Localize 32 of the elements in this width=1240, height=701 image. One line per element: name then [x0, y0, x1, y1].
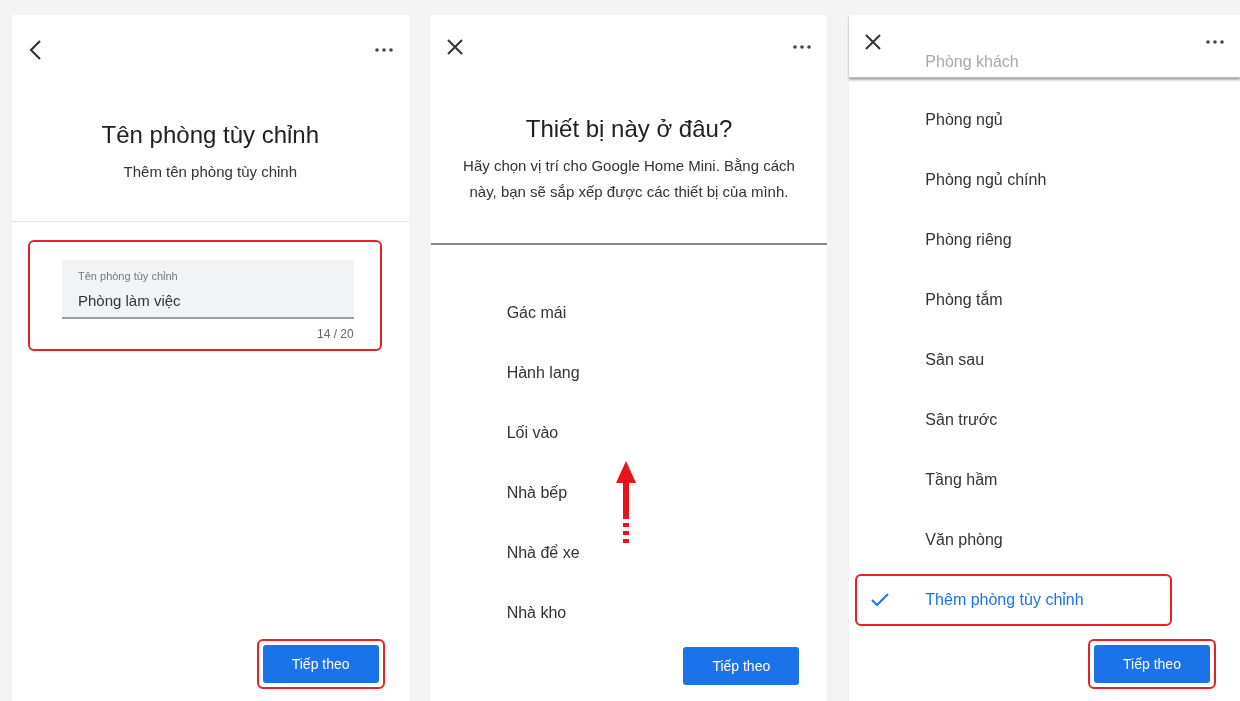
screen-title: Tên phòng tùy chỉnh	[100, 121, 321, 149]
room-option[interactable]: Phòng ngủ chính	[849, 150, 1240, 210]
room-option[interactable]: Hành lang	[430, 343, 828, 403]
screen-description: Hãy chọn vị trí cho Google Home Mini. Bằng cách này, bạn sẽ sắp xếp được các thiết bị của mình.	[462, 156, 796, 202]
more-icon[interactable]	[374, 48, 393, 52]
room-option[interactable]: Lối vào	[430, 403, 828, 463]
room-option[interactable]: Nhà kho	[430, 583, 828, 643]
next-button[interactable]: Tiếp theo	[262, 645, 379, 683]
room-option[interactable]: Sân sau	[849, 330, 1240, 390]
faded-room-option: Phòng khách	[925, 53, 1019, 71]
close-icon[interactable]	[865, 34, 882, 50]
more-icon[interactable]	[793, 45, 812, 49]
screen-title: Thiết bị này ở đâu?	[524, 115, 734, 143]
room-option[interactable]: Nhà bếp	[430, 463, 828, 523]
next-button[interactable]: Tiếp theo	[683, 647, 800, 685]
room-option[interactable]: Sân trước	[849, 390, 1240, 450]
room-option[interactable]: Gác mái	[430, 283, 828, 343]
character-counter: 14 / 20	[315, 327, 354, 341]
back-icon[interactable]	[28, 39, 42, 61]
room-option[interactable]: Nhà để xe	[430, 523, 828, 583]
check-icon	[871, 593, 890, 607]
room-option[interactable]: Văn phòng	[849, 510, 1240, 570]
screen-subtitle: Thêm tên phòng tùy chỉnh	[122, 162, 299, 182]
room-option[interactable]: Phòng riêng	[849, 210, 1240, 270]
room-option[interactable]: Tầng hầm	[849, 450, 1240, 510]
close-icon[interactable]	[446, 39, 463, 55]
next-button[interactable]: Tiếp theo	[1094, 645, 1210, 683]
room-name-field[interactable]: Tên phòng tùy chỉnh Phòng làm việc	[62, 260, 354, 319]
room-option[interactable]: Thêm phòng tùy chỉnh	[855, 574, 1172, 626]
more-icon[interactable]	[1206, 40, 1224, 44]
room-option[interactable]: Phòng tắm	[849, 270, 1240, 330]
room-option[interactable]: Phòng ngủ	[849, 90, 1240, 150]
